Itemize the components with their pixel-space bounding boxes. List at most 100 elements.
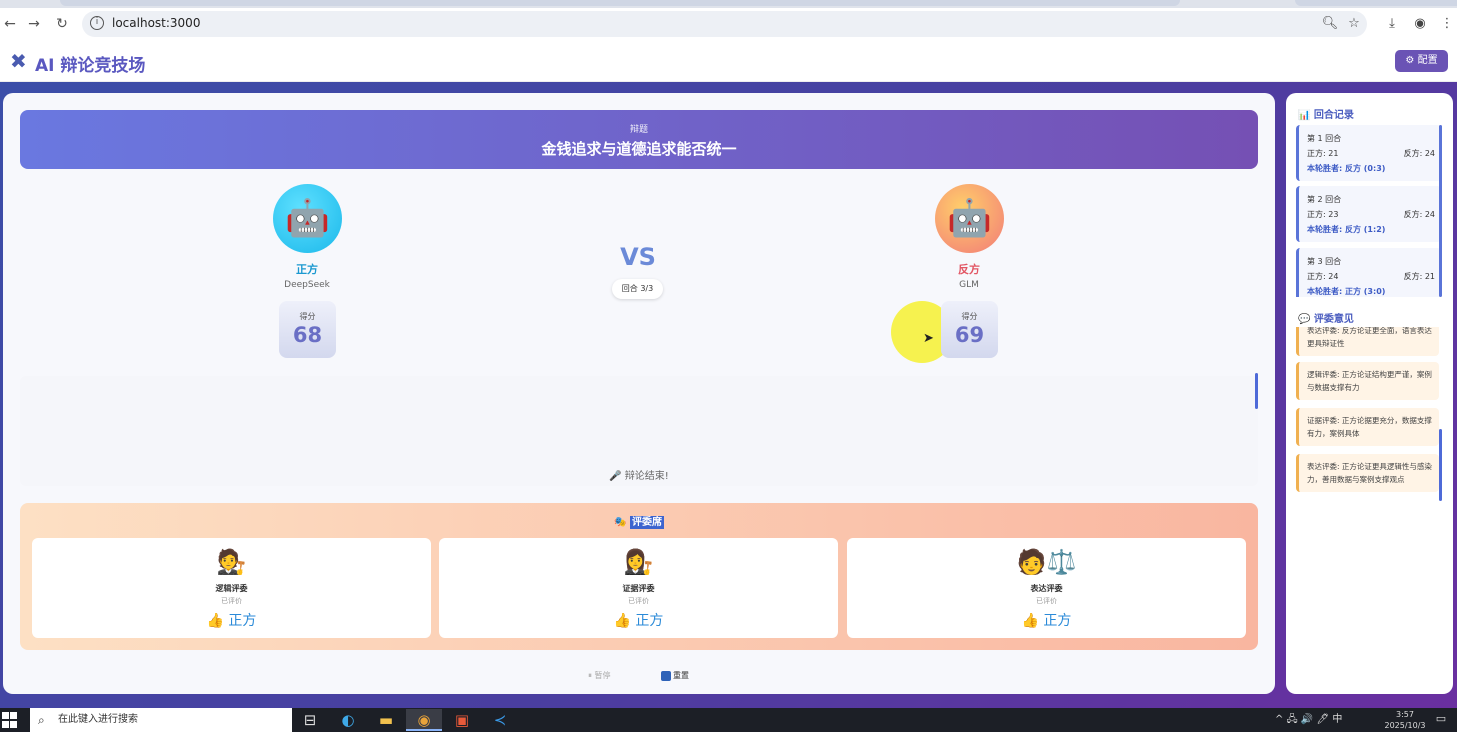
judge-status: 已评价: [1036, 597, 1057, 605]
judges-title: 🎭 评委席: [20, 513, 1258, 529]
scrollbar[interactable]: [1439, 429, 1442, 501]
back-arrow-icon[interactable]: ←: [0, 14, 20, 34]
round-card: 第 1 回合 正方: 21 反方: 24 本轮胜者: 反方 (0:3): [1296, 125, 1441, 181]
round-con-score: 反方: 24: [1403, 210, 1435, 219]
round-winner: 本轮胜者: 反方 (0:3): [1307, 164, 1386, 173]
con-avatar: 🤖: [935, 184, 1004, 253]
judge-avatar-icon: 👩‍⚖️: [623, 548, 654, 576]
os-taskbar: ⌕ 在此键入进行搜索 ⊟ ◐ ▬ ◉ ▣ ≺ ^ 🖧 🔊 🖊 中 3:57 20…: [0, 708, 1457, 732]
rounds-title: 📊 回合记录: [1298, 110, 1354, 121]
file-explorer-icon[interactable]: ▬: [368, 709, 404, 731]
scrollbar[interactable]: [1255, 373, 1258, 409]
opinions-title: 💬 评委意见: [1298, 314, 1354, 325]
judges-title-text: 评委席: [629, 516, 664, 529]
reset-label: 重置: [673, 671, 689, 680]
reset-button[interactable]: 重置: [661, 670, 689, 681]
download-icon[interactable]: ⤓: [1382, 14, 1402, 34]
browser-toolbar: ← → ↻ i localhost:3000 🔍︎ ☆ ⤓ ◉ ⋮: [0, 8, 1457, 40]
windows-start-icon[interactable]: [2, 712, 18, 728]
opinion-card: 表达评委: 反方论证更全面，语言表达更具辩证性: [1296, 327, 1439, 356]
app-title: AI 辩论竞技场: [35, 56, 146, 76]
system-tray[interactable]: ^ 🖧 🔊 🖊 中: [1275, 708, 1342, 732]
con-score-box: 得分 69: [941, 301, 998, 358]
round-title: 第 1 回合: [1307, 134, 1342, 143]
opinion-card: 证据评委: 正方论据更充分，数据支撑有力，案例具体: [1296, 408, 1439, 446]
judge-vote: 👍 正方: [613, 613, 664, 629]
con-side-label: 反方: [958, 263, 980, 276]
judge-avatar-icon: 🧑⚖️: [1016, 548, 1077, 576]
round-status-badge: 回合 3/3: [612, 279, 663, 299]
round-card: 第 2 回合 正方: 23 反方: 24 本轮胜者: 反方 (1:2): [1296, 186, 1441, 242]
vscode-icon[interactable]: ≺: [482, 709, 518, 731]
address-bar[interactable]: i localhost:3000: [82, 11, 1367, 37]
debate-arena: 辩题 金钱追求与道德追求能否统一 🤖 正方 DeepSeek 得分 68 VS …: [3, 93, 1275, 694]
clock-date: 2025/10/3: [1384, 721, 1426, 730]
search-icon: ⌕: [38, 713, 45, 727]
vs-label: VS: [620, 243, 656, 271]
topic-text: 金钱追求与道德追求能否统一: [541, 140, 737, 158]
reset-icon: [661, 670, 671, 681]
opinion-card: 表达评委: 正方论证更具逻辑性与感染力，善用数据与案例支撑观点: [1296, 454, 1439, 492]
reload-icon[interactable]: ↻: [52, 14, 72, 34]
judge-status: 已评价: [221, 597, 242, 605]
clock[interactable]: 3:57 2025/10/3: [1380, 709, 1430, 731]
pause-button[interactable]: ⏸ 暂停: [588, 670, 611, 681]
round-pro-score: 正方: 21: [1307, 149, 1339, 158]
tab-strip: [0, 0, 1457, 8]
judge-vote: 👍 正方: [1021, 613, 1072, 629]
app-header: ✖ AI 辩论竞技场 ⚙ 配置: [0, 40, 1457, 82]
judge-card-evidence: 👩‍⚖️ 证据评委 已评价 👍 正方: [439, 538, 838, 638]
config-button[interactable]: ⚙ 配置: [1395, 50, 1448, 72]
judge-avatar-icon: 🧑‍⚖️: [216, 548, 247, 576]
con-model-name: GLM: [959, 280, 979, 290]
pro-side-label: 正方: [296, 263, 318, 276]
topic-banner: 辩题 金钱追求与道德追求能否统一: [20, 110, 1258, 169]
opinion-card: 逻辑评委: 正方论证结构更严谨，案例与数据支撑有力: [1296, 362, 1439, 400]
forward-arrow-icon[interactable]: →: [24, 14, 44, 34]
round-card: 第 3 回合 正方: 24 反方: 21 本轮胜者: 正方 (3:0): [1296, 248, 1441, 297]
round-title: 第 2 回合: [1307, 195, 1342, 204]
judge-vote: 👍 正方: [206, 613, 257, 629]
task-view-icon[interactable]: ⊟: [292, 709, 328, 731]
judge-name: 逻辑评委: [215, 584, 248, 593]
star-icon[interactable]: ☆: [1344, 14, 1364, 34]
speech-area[interactable]: 🎤 辩论结束!: [20, 373, 1258, 486]
sidebar: 📊 回合记录 第 1 回合 正方: 21 反方: 24 本轮胜者: 反方 (0:…: [1286, 93, 1453, 694]
pro-model-name: DeepSeek: [284, 280, 330, 290]
judge-card-logic: 🧑‍⚖️ 逻辑评委 已评价 👍 正方: [32, 538, 431, 638]
con-score-value: 69: [954, 323, 985, 347]
score-label: 得分: [961, 312, 978, 321]
pro-avatar: 🤖: [273, 184, 342, 253]
round-con-score: 反方: 24: [1403, 149, 1435, 158]
taskbar-search-input[interactable]: ⌕ 在此键入进行搜索: [30, 708, 292, 732]
browser-tab[interactable]: [60, 0, 1180, 6]
judges-panel: 🎭 评委席 🧑‍⚖️ 逻辑评委 已评价 👍 正方 👩‍⚖️ 证据评委 已评价 👍…: [20, 503, 1258, 650]
round-winner: 本轮胜者: 反方 (1:2): [1307, 225, 1386, 234]
judge-name: 表达评委: [1030, 584, 1063, 593]
notification-icon[interactable]: ▭: [1433, 712, 1449, 728]
edge-icon[interactable]: ◐: [330, 709, 366, 731]
scrollbar[interactable]: [1439, 125, 1442, 297]
round-pro-score: 正方: 24: [1307, 272, 1339, 281]
round-pro-score: 正方: 23: [1307, 210, 1339, 219]
menu-icon[interactable]: ⋮: [1437, 14, 1457, 34]
rounds-list[interactable]: 第 1 回合 正方: 21 反方: 24 本轮胜者: 反方 (0:3) 第 2 …: [1296, 125, 1444, 297]
round-title: 第 3 回合: [1307, 257, 1342, 266]
site-info-icon[interactable]: i: [90, 16, 104, 30]
clock-time: 3:57: [1396, 710, 1414, 719]
judge-name: 证据评委: [622, 584, 655, 593]
pro-score-value: 68: [292, 323, 323, 347]
chrome-icon[interactable]: ◉: [406, 709, 442, 731]
zoom-icon[interactable]: 🔍︎: [1320, 14, 1340, 34]
opinions-list[interactable]: 表达评委: 反方论证更全面，语言表达更具辩证性 逻辑评委: 正方论证结构更严谨，…: [1296, 327, 1444, 499]
app-icon[interactable]: ▣: [444, 709, 480, 731]
url-text: localhost:3000: [112, 16, 201, 30]
pro-score-box: 得分 68: [279, 301, 336, 358]
profile-icon[interactable]: ◉: [1410, 14, 1430, 34]
masks-icon: 🎭: [614, 517, 627, 528]
crossed-swords-icon: ✖: [10, 49, 27, 73]
taskbar-search-placeholder: 在此键入进行搜索: [58, 714, 138, 725]
judge-status: 已评价: [628, 597, 649, 605]
judge-card-expression: 🧑⚖️ 表达评委 已评价 👍 正方: [847, 538, 1246, 638]
browser-tab[interactable]: [1295, 0, 1457, 6]
